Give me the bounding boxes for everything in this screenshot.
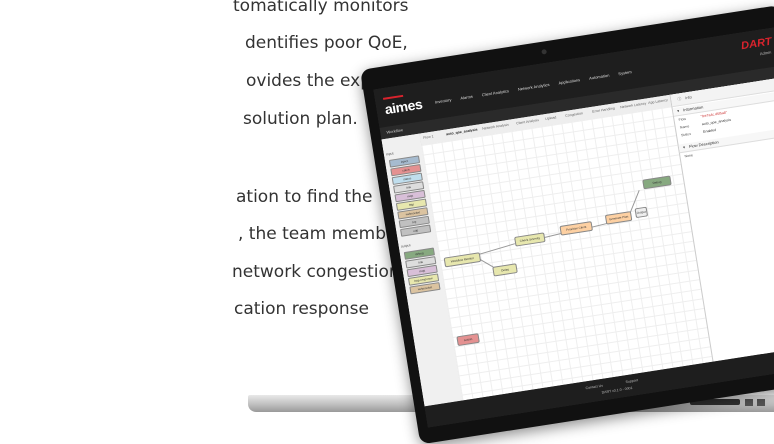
tab-network-latency[interactable]: Network Latency — [620, 101, 647, 109]
marketing-text-block: tomatically monitors dentifies poor QoE,… — [0, 0, 419, 412]
flow-node[interactable]: Debug — [642, 175, 672, 190]
copy-line-8: cation response — [234, 299, 369, 319]
info-label: Name — [679, 124, 690, 130]
tab-error-handling[interactable]: Error Handling — [592, 106, 615, 113]
info-value: auto_qoe_analysis — [701, 117, 732, 127]
flow-node[interactable]: Output — [634, 206, 649, 219]
laptop-screen: aimes Inventory Alarms Client Analytics … — [360, 4, 774, 444]
flow-canvas[interactable]: Workflow Monitor Check Severity Prioriti… — [421, 106, 713, 401]
tab-upload[interactable]: Upload — [545, 115, 557, 121]
nav-item-network-analytics[interactable]: Network Analytics — [518, 82, 550, 92]
section-title: Flow Description — [688, 139, 720, 149]
info-row: Flow "fce7a4c.d6f5a8" — [678, 111, 727, 122]
nav-item-applications[interactable]: Applications — [558, 77, 580, 85]
flow-node[interactable]: Delay — [492, 263, 518, 277]
copy-line-4: solution plan. — [243, 109, 358, 129]
chevron-down-icon: ▾ — [682, 144, 686, 150]
laptop-port — [757, 399, 765, 406]
info-row: Status Enabled — [680, 128, 716, 138]
nav-item-client-analytics[interactable]: Client Analytics — [481, 88, 509, 97]
nav-item-automation[interactable]: Automation — [589, 73, 610, 81]
laptop-port — [745, 399, 753, 406]
sidebar-tab-info[interactable]: info — [685, 94, 692, 100]
copy-line-2: dentifies poor QoE, — [245, 33, 408, 53]
tab-congestion[interactable]: Congestion — [565, 111, 583, 118]
flow-node[interactable]: Prioritize Client — [559, 221, 593, 236]
copy-line-6: , the team member — [238, 224, 404, 244]
info-value: Enabled — [702, 128, 717, 134]
tab-network-analysis[interactable]: Network Analysis — [482, 123, 509, 131]
user-menu[interactable]: Admin — [759, 50, 771, 57]
flow-node[interactable]: Generate Plan — [604, 211, 633, 225]
app-display: aimes Inventory Alarms Client Analytics … — [373, 26, 774, 428]
copy-line-1: tomatically monitors — [233, 0, 409, 16]
tab-auto-qoe-analysis[interactable]: auto_qoe_analysis — [446, 128, 478, 137]
support-link[interactable]: Support — [625, 378, 638, 384]
nav-item-inventory[interactable]: Inventory — [435, 97, 452, 104]
app-logo[interactable]: aimes — [384, 96, 424, 117]
contact-link[interactable]: Contact Us — [585, 384, 603, 391]
version-text: DART v3.1.0 - 0001 — [601, 385, 633, 395]
copy-line-5: ation to find the — [236, 187, 373, 207]
section-flow-description[interactable]: ▾ Flow Description — [678, 126, 774, 154]
tab-client-analysis[interactable]: Client Analysis — [516, 118, 539, 125]
camera-icon — [541, 49, 548, 55]
flow-node[interactable]: Workflow Monitor — [443, 252, 482, 268]
palette-section-output[interactable]: output — [401, 243, 411, 248]
nav-item-alarms[interactable]: Alarms — [460, 94, 473, 101]
description-text: None — [684, 153, 694, 159]
nav-item-system[interactable]: System — [618, 69, 632, 76]
info-row: Name auto_qoe_analysis — [679, 118, 732, 130]
copy-line-7: network congestion, — [232, 262, 406, 282]
info-icon[interactable]: ⓘ — [677, 96, 682, 102]
palette-section-input[interactable]: input — [386, 151, 394, 156]
flow-node[interactable]: Action — [456, 333, 480, 347]
tab-app-latency[interactable]: App Latency — [648, 98, 668, 105]
chevron-down-icon: ▾ — [676, 108, 680, 114]
page-title: Workflow — [386, 127, 404, 135]
flow-wire — [475, 243, 515, 256]
info-label: Flow — [678, 116, 687, 122]
info-label: Status — [680, 131, 692, 138]
tab-flow-1[interactable]: Flow 1 — [423, 134, 434, 139]
flow-node[interactable]: Check Severity — [514, 232, 546, 247]
section-title: Information — [682, 104, 704, 113]
